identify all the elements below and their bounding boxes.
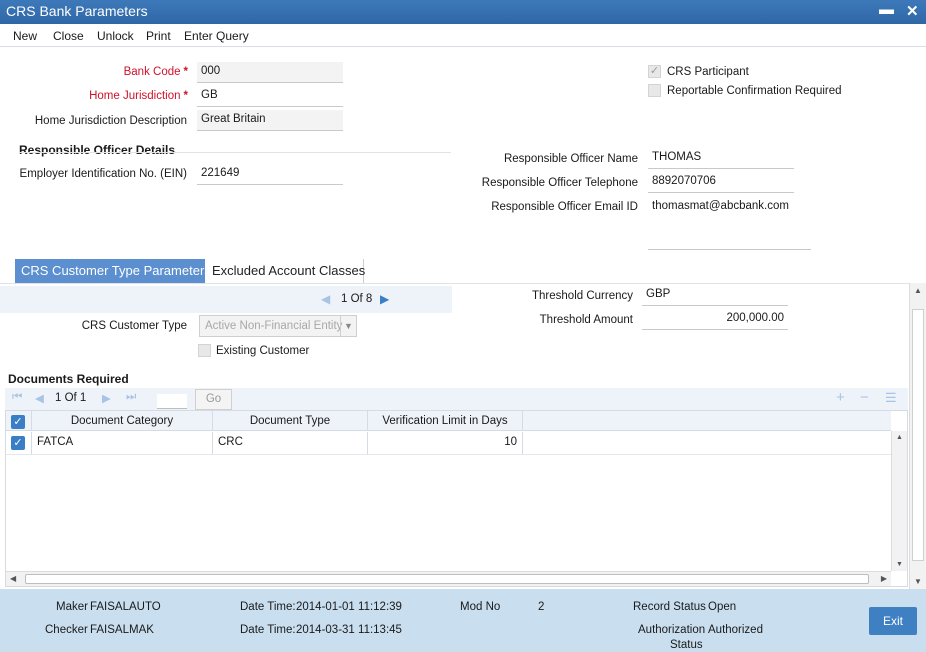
- customer-type-pager-label: 1 Of 8: [341, 293, 373, 305]
- menu-bar: New Close Unlock Print Enter Query: [0, 24, 926, 47]
- grid-scroll-up-icon[interactable]: ▲: [896, 434, 903, 441]
- row-checkbox[interactable]: ✓: [11, 436, 25, 450]
- grid-header: ✓ Document Category Document Type Verifi…: [6, 411, 891, 431]
- home-jurisdiction-description-field[interactable]: Great Britain: [197, 110, 343, 131]
- section-divider: [19, 152, 451, 153]
- reportable-confirmation-label: Reportable Confirmation Required: [667, 85, 842, 97]
- close-icon[interactable]: ✕: [906, 2, 919, 20]
- record-status-label: Record Status: [633, 601, 706, 613]
- grid-scroll-down-icon[interactable]: ▼: [896, 561, 903, 568]
- pager-next-icon[interactable]: ▶: [380, 292, 389, 306]
- authorization-status-label-1: Authorization: [638, 624, 706, 636]
- officer-telephone-label: Responsible Officer Telephone: [481, 177, 638, 189]
- scroll-up-icon[interactable]: ▲: [914, 286, 922, 295]
- page-number-input[interactable]: [157, 394, 187, 409]
- authorization-status-label-2: Status: [670, 639, 703, 651]
- record-status-value: Open: [708, 601, 737, 613]
- maker-datetime-value: 2014-01-01 11:12:39: [296, 601, 402, 613]
- documents-toolbar: ⏮ ◀ 1 Of 1 ▶ ⏭ Go + − ☰: [5, 388, 908, 410]
- menu-print[interactable]: Print: [146, 29, 171, 43]
- exit-button[interactable]: Exit: [869, 607, 917, 635]
- bank-code-label: Bank Code *: [123, 66, 188, 78]
- tab-divider: [0, 283, 909, 284]
- officer-telephone-field[interactable]: 8892070706: [648, 172, 794, 193]
- delete-row-icon[interactable]: −: [860, 389, 869, 406]
- existing-customer-label: Existing Customer: [216, 345, 310, 357]
- home-jurisdiction-field[interactable]: GB: [197, 86, 343, 107]
- threshold-currency-label: Threshold Currency: [532, 290, 633, 302]
- tab-excluded-account-classes[interactable]: Excluded Account Classes: [206, 259, 365, 283]
- grid-scroll-thumb[interactable]: [25, 574, 869, 584]
- grid-horizontal-scrollbar[interactable]: ◀ ▶: [6, 571, 891, 586]
- threshold-currency-field[interactable]: GBP: [642, 285, 788, 306]
- table-row[interactable]: ✓ FATCA CRC 10: [6, 432, 891, 455]
- pager-prev-icon[interactable]: ◀: [321, 292, 330, 306]
- crs-customer-type-select[interactable]: Active Non-Financial Entity ▼: [199, 315, 357, 337]
- title-bar: CRS Bank Parameters ▬ ✕: [0, 0, 926, 24]
- chevron-down-icon[interactable]: ▼: [340, 316, 356, 336]
- crs-customer-type-value: Active Non-Financial Entity: [205, 320, 343, 332]
- tab-crs-customer-type-parameters[interactable]: CRS Customer Type Parameters: [15, 259, 211, 283]
- officer-email-label: Responsible Officer Email ID: [491, 201, 638, 213]
- maker-value: FAISALAUTO: [90, 601, 161, 613]
- menu-close[interactable]: Close: [53, 29, 84, 43]
- go-button[interactable]: Go: [195, 389, 232, 410]
- column-header-document-type[interactable]: Document Type: [213, 411, 368, 430]
- mod-no-value: 2: [538, 601, 545, 613]
- cell-document-type[interactable]: CRC: [213, 432, 368, 454]
- scroll-down-icon[interactable]: ▼: [914, 577, 922, 586]
- officer-name-field[interactable]: THOMAS: [648, 148, 794, 169]
- officer-email-field[interactable]: thomasmat@abcbank.com: [648, 196, 811, 250]
- menu-new[interactable]: New: [13, 29, 37, 43]
- crs-participant-label: CRS Participant: [667, 66, 749, 78]
- ein-label: Employer Identification No. (EIN): [19, 168, 187, 180]
- window-title: CRS Bank Parameters: [6, 3, 148, 19]
- column-header-document-category[interactable]: Document Category: [32, 411, 213, 430]
- home-jurisdiction-description-label: Home Jurisdiction Description: [34, 115, 187, 127]
- mod-no-label: Mod No: [460, 601, 501, 613]
- officer-name-label: Responsible Officer Name: [503, 153, 638, 165]
- audit-footer: Maker FAISALAUTO Checker FAISALMAK Date …: [0, 589, 926, 652]
- existing-customer-checkbox[interactable]: [198, 344, 211, 357]
- outer-vertical-scrollbar[interactable]: ▲ ▼: [909, 283, 926, 589]
- row-select-cell: ✓: [6, 432, 32, 454]
- column-header-verification-limit[interactable]: Verification Limit in Days: [368, 411, 523, 430]
- menu-unlock[interactable]: Unlock: [97, 29, 134, 43]
- checker-label: Checker: [45, 624, 88, 636]
- threshold-amount-label: Threshold Amount: [539, 314, 633, 326]
- grid-scroll-right-icon[interactable]: ▶: [881, 574, 887, 583]
- grid-scroll-left-icon[interactable]: ◀: [10, 574, 16, 583]
- next-page-icon[interactable]: ▶: [102, 391, 111, 405]
- maker-label: Maker: [56, 601, 88, 613]
- responsible-officer-section-title: Responsible Officer Details: [19, 143, 176, 157]
- column-settings-icon[interactable]: ☰: [885, 390, 897, 406]
- minimize-icon[interactable]: ▬: [879, 1, 894, 18]
- last-page-icon[interactable]: ⏭: [126, 391, 136, 404]
- grid-vertical-scrollbar[interactable]: ▲ ▼: [891, 431, 907, 571]
- crs-participant-checkbox[interactable]: ✓: [648, 65, 661, 78]
- ein-field[interactable]: 221649: [197, 164, 343, 185]
- menu-enter-query[interactable]: Enter Query: [184, 29, 249, 43]
- documents-grid: ✓ Document Category Document Type Verifi…: [5, 410, 908, 587]
- checker-value: FAISALMAK: [90, 624, 154, 636]
- threshold-amount-field[interactable]: 200,000.00: [642, 309, 788, 330]
- select-all-checkbox[interactable]: ✓: [11, 415, 25, 429]
- checker-datetime-value: 2014-03-31 11:13:45: [296, 624, 402, 636]
- cell-document-category[interactable]: FATCA: [32, 432, 213, 454]
- documents-required-title: Documents Required: [8, 372, 129, 386]
- reportable-confirmation-checkbox[interactable]: [648, 84, 661, 97]
- authorization-status-value: Authorized: [708, 624, 763, 636]
- maker-datetime-label: Date Time:: [240, 601, 296, 613]
- cell-verification-limit[interactable]: 10: [368, 432, 523, 454]
- header-select-cell: ✓: [6, 411, 32, 430]
- crs-customer-type-label: CRS Customer Type: [81, 320, 187, 332]
- prev-page-icon[interactable]: ◀: [35, 391, 44, 405]
- first-page-icon[interactable]: ⏮: [12, 391, 22, 404]
- bank-code-field[interactable]: 000: [197, 62, 343, 83]
- add-row-icon[interactable]: +: [836, 389, 845, 406]
- outer-scroll-thumb[interactable]: [912, 309, 924, 561]
- home-jurisdiction-label: Home Jurisdiction *: [89, 90, 188, 102]
- checker-datetime-label: Date Time:: [240, 624, 296, 636]
- documents-pager-label: 1 Of 1: [55, 392, 87, 404]
